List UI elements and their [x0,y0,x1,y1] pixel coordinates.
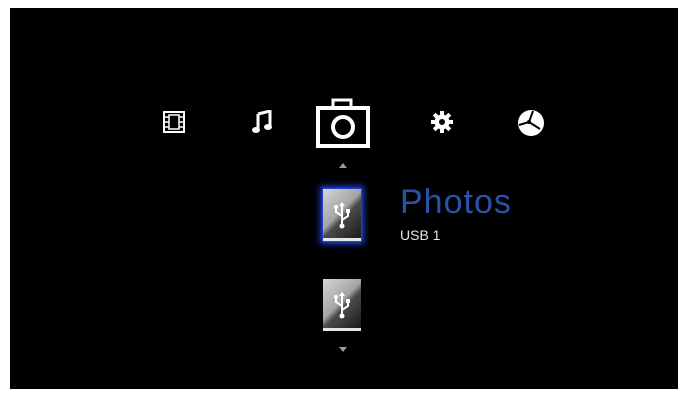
video-category[interactable] [160,108,188,136]
usb-icon [334,292,350,319]
scroll-down-arrow-icon[interactable] [339,347,347,352]
network-category[interactable] [515,107,547,139]
device-usb-1-selected[interactable] [323,189,361,241]
usb-icon [334,202,350,229]
globe-icon [518,110,544,136]
scroll-up-arrow-icon[interactable] [339,163,347,168]
film-icon [163,111,185,133]
media-menu-screen: Photos USB 1 [10,8,678,389]
selected-source-label: USB 1 [400,227,441,243]
selected-category-title: Photos [400,183,512,221]
music-category[interactable] [248,108,276,136]
camera-icon [316,98,370,148]
music-note-icon [252,110,272,133]
photos-category[interactable] [315,98,371,150]
gear-icon [431,111,453,133]
settings-category[interactable] [428,108,456,136]
device-usb-2[interactable] [323,279,361,331]
